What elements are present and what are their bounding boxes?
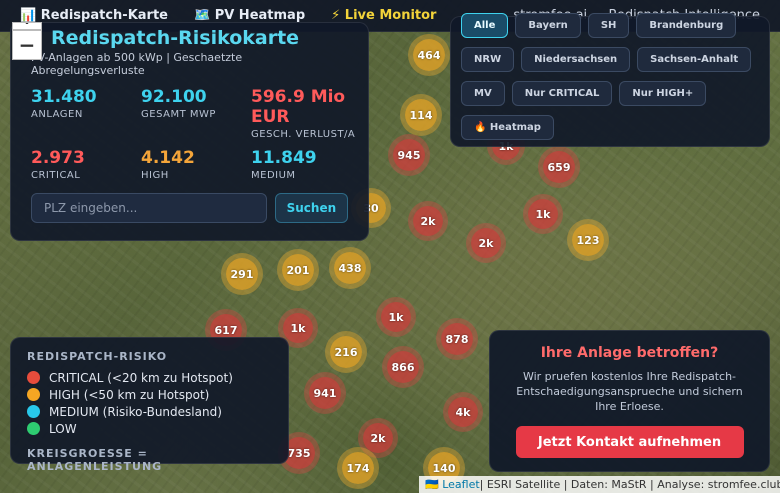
cluster-marker[interactable]: 2k: [471, 228, 501, 258]
legend-label: CRITICAL (<20 km zu Hotspot): [49, 370, 233, 385]
legend-label: LOW: [49, 421, 77, 436]
stats-grid: 31.480 ANLAGEN 92.100 GESAMT MWP 596.9 M…: [31, 87, 355, 181]
nav-link-redispatch-karte[interactable]: 📊 Redispatch-Karte: [20, 8, 168, 23]
legend-item: LOW: [27, 420, 272, 437]
filter-chip-nrw[interactable]: NRW: [461, 47, 515, 72]
search-button[interactable]: Suchen: [274, 193, 348, 223]
stat-value: 92.100: [141, 87, 207, 107]
page-title: Redispatch-Risikokarte: [51, 27, 300, 49]
cluster-marker[interactable]: 438: [334, 252, 366, 284]
zoom-controls: + −: [12, 22, 42, 60]
heatmap-toggle[interactable]: 🔥 Heatmap: [461, 115, 554, 140]
legend-label: MEDIUM (Risiko-Bundesland): [49, 404, 222, 419]
stat-label: GESAMT MWP: [141, 109, 216, 120]
stat-verlust: 596.9 Mio EUR GESCH. VERLUST/A: [251, 87, 361, 140]
filter-row: NRW Niedersachsen Sachsen-Anhalt: [461, 47, 759, 72]
leaflet-link[interactable]: 🇺🇦 Leaflet: [425, 478, 480, 491]
cluster-marker[interactable]: 878: [441, 323, 473, 355]
legend-footer: KREISGROESSE = ANLAGENLEISTUNG: [27, 447, 163, 473]
plz-input[interactable]: [31, 193, 267, 223]
attribution-text: | ESRI Satellite | Daten: MaStR | Analys…: [479, 478, 780, 491]
page-subtitle: PV-Anlagen ab 500 kWp | Geschaetzte Abre…: [31, 51, 243, 77]
stat-anlagen: 31.480 ANLAGEN: [31, 87, 141, 140]
filter-chip-alle[interactable]: Alle: [461, 13, 509, 38]
legend-label: HIGH (<50 km zu Hotspot): [49, 387, 210, 402]
cta-title: Ihre Anlage betroffen?: [540, 345, 719, 361]
map-attribution: 🇺🇦 Leaflet | ESRI Satellite | Daten: MaS…: [419, 476, 780, 493]
stat-value: 4.142: [141, 148, 195, 168]
cluster-marker[interactable]: 2k: [413, 206, 443, 236]
stat-label: ANLAGEN: [31, 109, 83, 120]
cta-panel: Ihre Anlage betroffen? Wir pruefen koste…: [489, 330, 770, 472]
cluster-marker[interactable]: 1k: [528, 199, 558, 229]
legend-item: CRITICAL (<20 km zu Hotspot): [27, 369, 272, 386]
medium-dot-icon: [27, 405, 40, 418]
zoom-in-button[interactable]: +: [12, 22, 42, 30]
filter-row: MV Nur CRITICAL Nur HIGH+: [461, 81, 759, 106]
stat-value: 2.973: [31, 148, 85, 168]
cluster-marker[interactable]: 941: [309, 377, 341, 409]
cluster-marker[interactable]: 4k: [448, 397, 478, 427]
stats-panel: Redispatch-Risikokarte PV-Anlagen ab 500…: [10, 22, 369, 241]
stat-label: GESCH. VERLUST/A: [251, 129, 356, 140]
filter-chip-nur-high[interactable]: Nur HIGH+: [619, 81, 707, 106]
contact-button[interactable]: Jetzt Kontakt aufnehmen: [515, 426, 744, 458]
stat-value: 596.9 Mio EUR: [251, 87, 346, 127]
filter-chip-brandenburg[interactable]: Brandenburg: [636, 13, 737, 38]
stat-label: MEDIUM: [251, 170, 296, 181]
stat-gesamt-mwp: 92.100 GESAMT MWP: [141, 87, 251, 140]
legend-item: MEDIUM (Risiko-Bundesland): [27, 403, 272, 420]
cluster-marker[interactable]: 123: [572, 224, 604, 256]
cluster-marker[interactable]: 291: [226, 258, 258, 290]
filter-row: 🔥 Heatmap: [461, 115, 759, 140]
stat-label: CRITICAL: [31, 170, 81, 181]
stat-critical: 2.973 CRITICAL: [31, 148, 141, 181]
cluster-marker[interactable]: 659: [543, 151, 575, 183]
legend-title: REDISPATCH-RISIKO: [27, 350, 168, 363]
stat-high: 4.142 HIGH: [141, 148, 251, 181]
filter-chip-sh[interactable]: SH: [587, 13, 630, 38]
zoom-out-button[interactable]: −: [12, 30, 42, 60]
cluster-marker[interactable]: 1k: [283, 313, 313, 343]
cluster-marker[interactable]: 945: [393, 139, 425, 171]
critical-dot-icon: [27, 371, 40, 384]
cluster-marker[interactable]: 1k: [381, 302, 411, 332]
filter-panel: Alle Bayern SH Brandenburg NRW Niedersac…: [450, 13, 770, 147]
stat-value: 11.849: [251, 148, 317, 168]
cta-text: Wir pruefen kostenlos Ihre Redispatch-En…: [516, 370, 743, 413]
plz-search-row: Suchen: [31, 193, 348, 223]
stat-value: 31.480: [31, 87, 97, 107]
filter-chip-bayern[interactable]: Bayern: [515, 13, 581, 38]
filter-chip-sachsen-anhalt[interactable]: Sachsen-Anhalt: [637, 47, 752, 72]
nav-link-live-monitor[interactable]: ⚡ Live Monitor: [331, 8, 436, 23]
cluster-marker[interactable]: 201: [282, 254, 314, 286]
filter-row: Alle Bayern SH Brandenburg: [461, 13, 759, 38]
cluster-marker[interactable]: 866: [387, 351, 419, 383]
cluster-marker[interactable]: 114: [405, 99, 437, 131]
filter-chip-niedersachsen[interactable]: Niedersachsen: [521, 47, 631, 72]
stat-medium: 11.849 MEDIUM: [251, 148, 361, 181]
filter-chip-nur-critical[interactable]: Nur CRITICAL: [511, 81, 613, 106]
cluster-marker[interactable]: 2k: [363, 423, 393, 453]
filter-chip-mv[interactable]: MV: [461, 81, 505, 106]
legend: REDISPATCH-RISIKO CRITICAL (<20 km zu Ho…: [10, 337, 289, 473]
legend-item: HIGH (<50 km zu Hotspot): [27, 386, 272, 403]
cluster-marker[interactable]: 464: [413, 39, 445, 71]
high-dot-icon: [27, 388, 40, 401]
nav-link-pv-heatmap[interactable]: 🗺️ PV Heatmap: [194, 8, 305, 23]
cluster-marker[interactable]: 216: [330, 336, 362, 368]
low-dot-icon: [27, 422, 40, 435]
cluster-marker[interactable]: 174: [342, 452, 374, 484]
stat-label: HIGH: [141, 170, 169, 181]
